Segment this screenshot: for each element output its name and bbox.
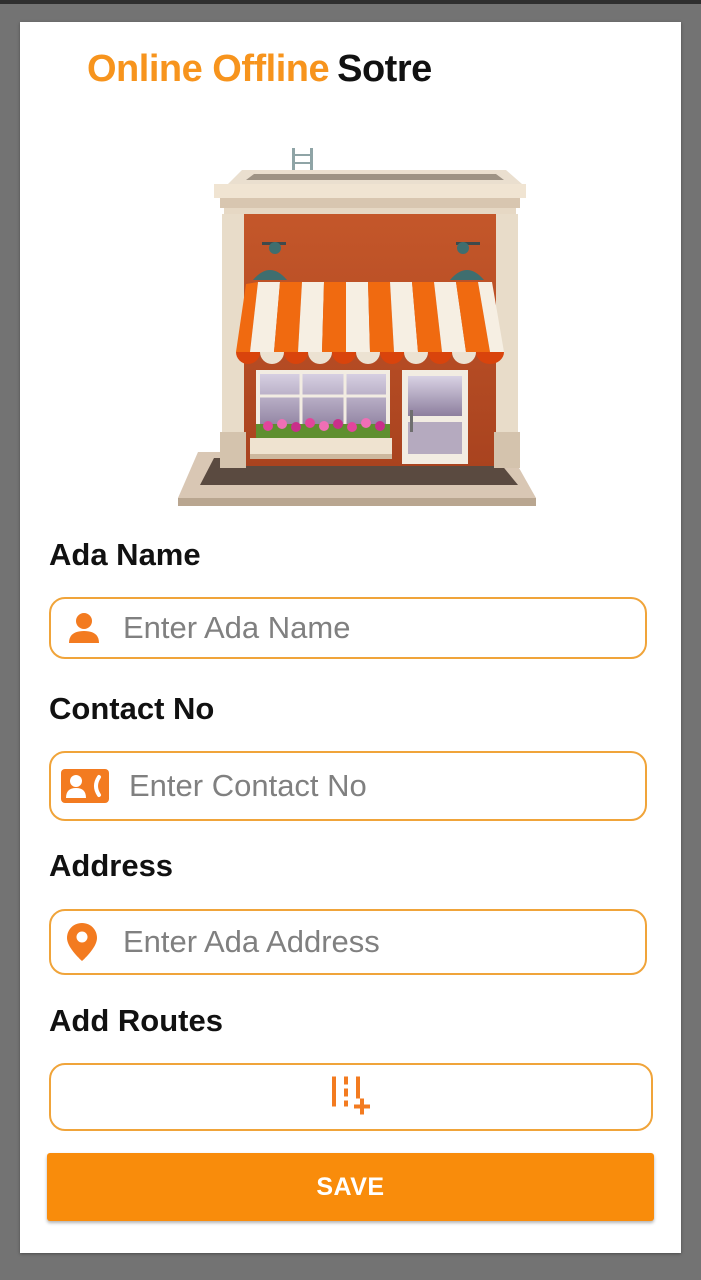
contact-card-icon <box>61 769 109 803</box>
contact-no-input[interactable] <box>127 759 631 813</box>
add-routes-button[interactable] <box>49 1063 653 1131</box>
title-accent-text: Online Offline <box>87 48 330 90</box>
address-input[interactable] <box>121 917 631 967</box>
add-ada-dialog: Online Offline Sotre Ada Name Enter Ada … <box>20 22 681 1253</box>
ada-name-field[interactable] <box>49 597 647 659</box>
address-label: Address <box>49 848 174 883</box>
title-rest-text: Sotre <box>337 48 432 90</box>
status-bar-edge <box>0 0 701 4</box>
save-button[interactable]: SAVE <box>47 1153 654 1221</box>
app-title: Online Offline Sotre <box>87 48 432 90</box>
add-route-icon <box>330 1075 372 1120</box>
contact-no-field[interactable] <box>49 751 647 821</box>
store-illustration <box>178 148 536 506</box>
person-icon <box>67 611 101 645</box>
add-routes-label: Add Routes <box>49 1003 223 1038</box>
ada-name-input[interactable] <box>121 605 631 651</box>
contact-no-label: Contact No <box>49 691 215 726</box>
ada-name-label: Ada Name <box>49 537 201 572</box>
address-field[interactable] <box>49 909 647 975</box>
location-pin-icon <box>67 923 97 961</box>
